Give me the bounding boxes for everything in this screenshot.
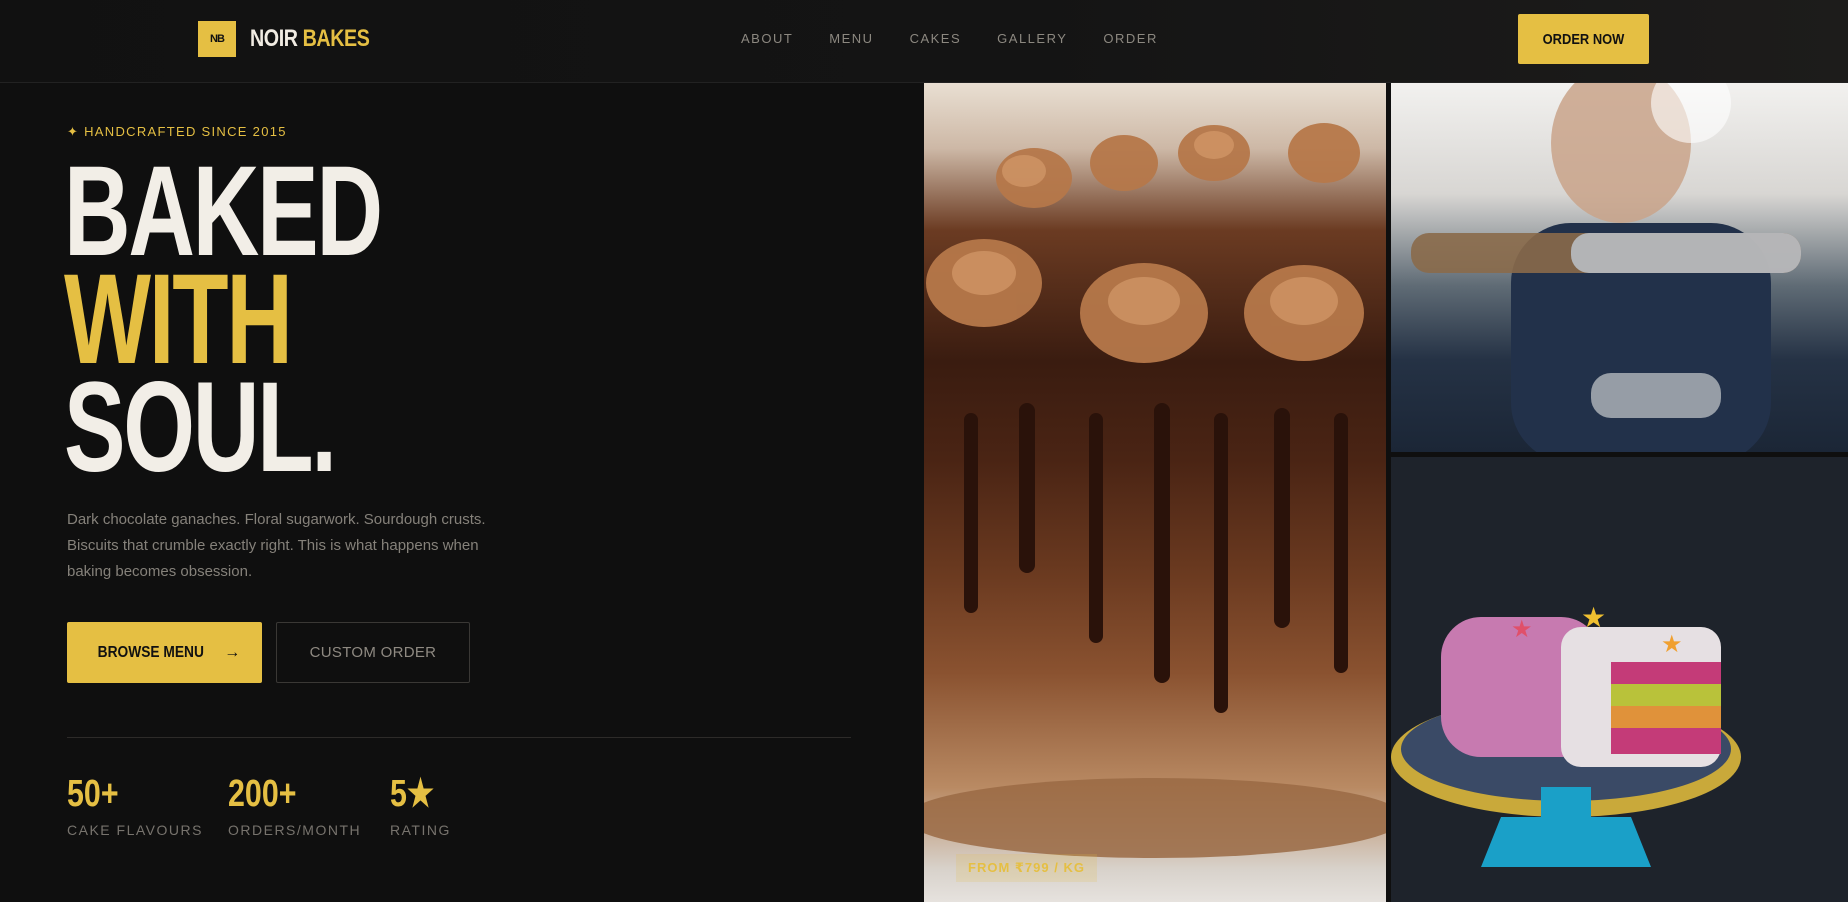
nav-link-order[interactable]: ORDER: [1103, 31, 1157, 46]
order-now-label: ORDER NOW: [1542, 30, 1625, 48]
headline-line-3: SOUL.: [64, 356, 337, 499]
stat-rating: 5★ RATING: [390, 772, 451, 838]
stat-value: 5★: [390, 773, 435, 815]
stat-label: RATING: [390, 822, 451, 838]
nav-link-gallery[interactable]: GALLERY: [997, 31, 1067, 46]
browse-menu-button[interactable]: BROWSE MENU →: [67, 622, 262, 683]
stats-divider: [67, 737, 851, 738]
custom-order-button[interactable]: CUSTOM ORDER: [276, 622, 470, 683]
arrow-right-icon: →: [224, 643, 241, 661]
stat-value: 200+: [228, 773, 297, 815]
svg-text:★: ★: [1511, 615, 1533, 643]
price-tag: FROM ₹799 / KG: [956, 854, 1097, 882]
hero-description: Dark chocolate ganaches. Floral sugarwor…: [67, 511, 486, 580]
logo-mark-icon: NB: [198, 21, 236, 57]
stat-value: 50+: [67, 773, 119, 815]
nav-menu: ABOUT MENU CAKES GALLERY ORDER: [741, 31, 1158, 46]
nav-link-menu[interactable]: MENU: [829, 31, 873, 46]
sprinkle-cake-illustration: ★ ★ ★: [1391, 601, 1741, 867]
hero-eyebrow: ✦ HANDCRAFTED SINCE 2015: [67, 124, 287, 139]
brand-logo[interactable]: NB NOIR BAKES: [198, 21, 396, 57]
chocolate-drip-cake-image: [924, 83, 1386, 902]
stat-orders: 200+ ORDERS/MONTH: [228, 772, 361, 838]
stat-label: ORDERS/MONTH: [228, 822, 362, 838]
nav-link-about[interactable]: ABOUT: [741, 31, 793, 46]
hero-headline: BAKED WITH SOUL.: [64, 148, 383, 499]
svg-text:★: ★: [1661, 630, 1683, 658]
brand-name: NOIR BAKES: [250, 25, 370, 53]
cake-illustration: [924, 123, 1386, 858]
order-now-button[interactable]: ORDER NOW: [1518, 14, 1649, 64]
browse-menu-label: BROWSE MENU: [97, 643, 204, 661]
brand-name-second: BAKES: [302, 25, 370, 52]
brand-name-first: NOIR: [250, 25, 298, 52]
stat-flavours: 50+ CAKE FLAVOURS: [67, 772, 203, 838]
svg-text:★: ★: [1581, 601, 1606, 634]
top-navbar: NB NOIR BAKES ABOUT MENU CAKES GALLERY O…: [0, 0, 1848, 83]
sprinkle-cake-slice-image: ★ ★ ★: [1391, 457, 1848, 902]
stat-label: CAKE FLAVOURS: [67, 822, 203, 838]
nav-link-cakes[interactable]: CAKES: [910, 31, 962, 46]
baker-torch-image: [1391, 83, 1848, 452]
baker-illustration: [1411, 83, 1801, 452]
